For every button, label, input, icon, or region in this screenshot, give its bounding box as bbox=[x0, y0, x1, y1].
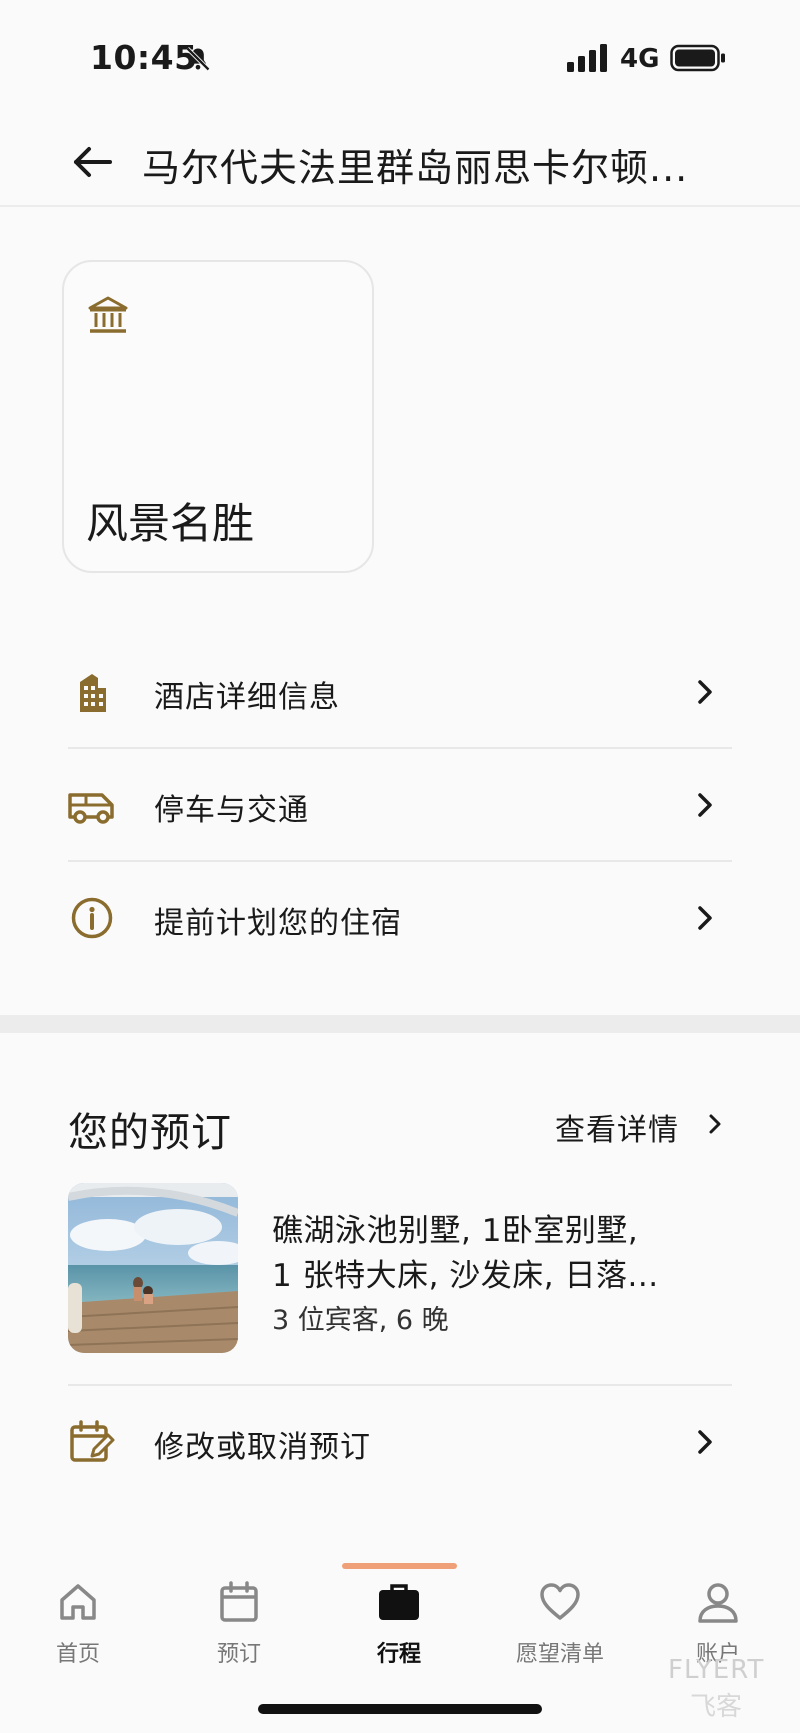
tab-trips[interactable]: 行程 bbox=[339, 1580, 459, 1680]
signal-icon bbox=[567, 44, 607, 72]
menu-item-label: 酒店详细信息 bbox=[154, 680, 340, 715]
landmark-icon bbox=[88, 296, 128, 333]
battery-icon bbox=[670, 44, 725, 72]
chevron-right-icon bbox=[698, 793, 712, 817]
modify-cancel-label: 修改或取消预订 bbox=[154, 1430, 371, 1465]
view-details-link[interactable]: 查看详情 bbox=[555, 1105, 679, 1149]
attractions-tile[interactable]: 风景名胜 bbox=[62, 260, 374, 573]
network-type: 4G bbox=[620, 44, 660, 74]
calendar-icon bbox=[220, 1581, 258, 1622]
tab-label: 愿望清单 bbox=[515, 1642, 604, 1667]
status-time: 10:45 bbox=[90, 38, 198, 77]
active-tab-indicator bbox=[342, 1563, 457, 1569]
menu-item-label: 停车与交通 bbox=[154, 793, 309, 828]
chevron-right-icon bbox=[698, 906, 712, 930]
guests-nights: 3 位宾客, 6 晚 bbox=[272, 1305, 449, 1336]
room-name-line2: 1 张特大床, 沙发床, 日落... bbox=[272, 1258, 659, 1294]
chevron-right-icon bbox=[698, 1430, 712, 1454]
page-title: 马尔代夫法里群岛丽思卡尔顿... bbox=[142, 146, 689, 190]
heart-icon bbox=[540, 1583, 580, 1620]
user-icon bbox=[698, 1583, 738, 1623]
menu-item-label: 提前计划您的住宿 bbox=[154, 906, 402, 941]
watermark-cn: 飞客 bbox=[690, 1692, 743, 1722]
section-separator bbox=[0, 1015, 800, 1033]
tab-label: 预订 bbox=[216, 1642, 261, 1667]
chevron-right-icon[interactable] bbox=[706, 1112, 724, 1136]
calendar-edit-icon bbox=[70, 1420, 115, 1462]
tab-book[interactable]: 预订 bbox=[179, 1580, 299, 1680]
villa-photo-illustration bbox=[68, 1183, 238, 1353]
tab-home[interactable]: 首页 bbox=[18, 1580, 138, 1680]
tab-wishlist[interactable]: 愿望清单 bbox=[500, 1580, 620, 1680]
chevron-right-icon bbox=[698, 680, 712, 704]
home-indicator bbox=[258, 1704, 542, 1714]
briefcase-icon bbox=[379, 1584, 419, 1620]
tile-label: 风景名胜 bbox=[86, 499, 255, 548]
menu-item-hotel-details[interactable]: 酒店详细信息 bbox=[68, 636, 732, 748]
arrow-left-icon[interactable] bbox=[70, 139, 116, 185]
watermark: FLYERT bbox=[668, 1655, 765, 1685]
menu-item-plan-stay[interactable]: 提前计划您的住宿 bbox=[68, 862, 732, 974]
info-icon bbox=[71, 897, 113, 939]
nav-header: 马尔代夫法里群岛丽思卡尔顿... bbox=[0, 115, 800, 207]
modify-cancel-reservation[interactable]: 修改或取消预订 bbox=[68, 1386, 732, 1498]
reservation-section-title: 您的预订 bbox=[68, 1110, 232, 1156]
home-icon bbox=[60, 1584, 96, 1620]
menu-item-parking-transport[interactable]: 停车与交通 bbox=[68, 749, 732, 861]
bell-slash-icon bbox=[186, 47, 210, 71]
villa-photo[interactable] bbox=[68, 1183, 238, 1353]
status-bar: 10:45 4G bbox=[0, 0, 800, 115]
tab-label: 行程 bbox=[376, 1642, 421, 1667]
van-icon bbox=[68, 793, 114, 824]
tab-label: 首页 bbox=[55, 1642, 100, 1667]
room-name-line1: 礁湖泳池别墅, 1卧室别墅, bbox=[272, 1213, 639, 1249]
building-icon bbox=[80, 674, 106, 712]
